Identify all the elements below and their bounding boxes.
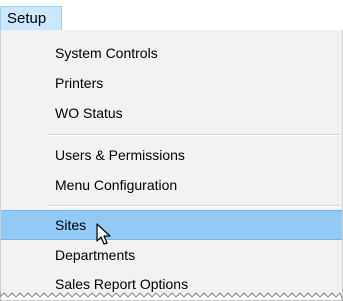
menu-item-printers[interactable]: Printers [1,68,342,98]
menu-item-label: Sales Report Options [55,276,189,292]
menu-setup[interactable]: Setup [0,6,62,31]
torn-edge-decoration [0,292,343,301]
menu-separator [46,134,341,136]
menu-item-label: Departments [55,247,136,263]
mouse-pointer-icon [96,223,111,245]
menu-item-departments[interactable]: Departments [1,240,342,270]
menu-item-wo-status[interactable]: WO Status [1,98,342,128]
menu-item-label: Sites [55,217,87,233]
menu-setup-label: Setup [7,10,47,27]
menu-item-label: Menu Configuration [55,177,178,193]
menu-item-users-permissions[interactable]: Users & Permissions [1,140,342,170]
menu-item-system-controls[interactable]: System Controls [1,38,342,68]
menu-item-label: WO Status [55,105,123,121]
menu-separator [46,205,341,207]
menu-item-label: System Controls [55,45,158,61]
menu-item-menu-configuration[interactable]: Menu Configuration [1,170,342,200]
menu-item-label: Printers [55,75,104,91]
menu-item-label: Users & Permissions [55,147,185,163]
setup-dropdown-menu: System Controls Printers WO Status Users… [0,30,343,301]
menu-item-sites[interactable]: Sites [1,210,342,240]
screen: Setup System Controls Printers WO Status… [0,0,343,301]
